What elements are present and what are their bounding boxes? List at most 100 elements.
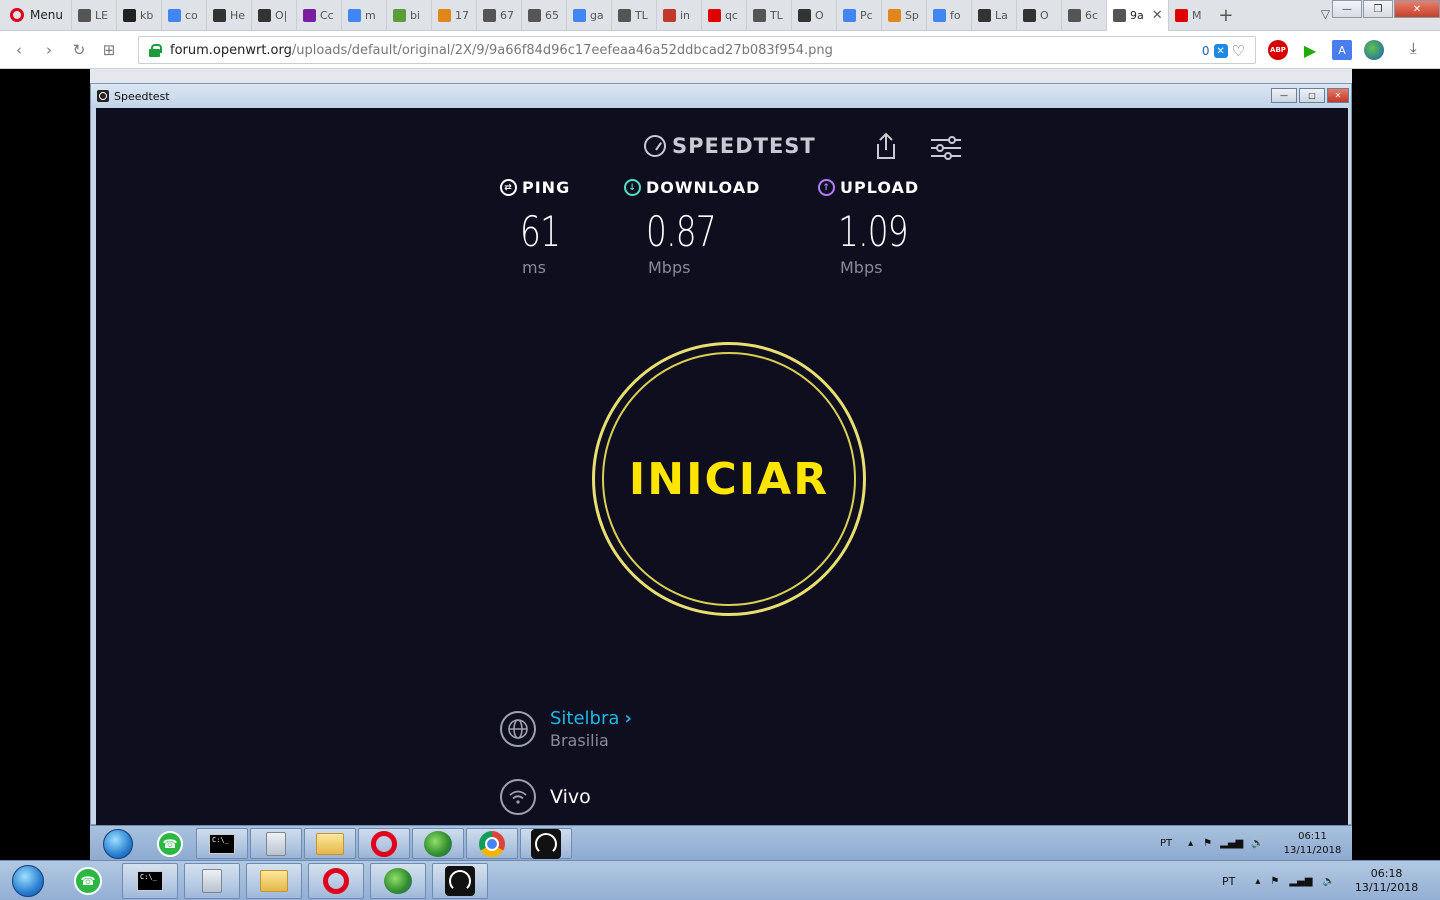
speedtest-window-title: Speedtest (114, 89, 170, 103)
outer-cmd-button[interactable]: C:\_ (122, 863, 178, 899)
share-icon[interactable] (874, 132, 898, 160)
folder-icon (260, 870, 288, 892)
browser-tab[interactable]: He (205, 0, 251, 31)
browser-tab-label: kb (139, 8, 154, 22)
downloads-icon[interactable]: ⤓ (1410, 39, 1417, 57)
play-extension-icon[interactable]: ▶ (1300, 40, 1320, 60)
outer-start-button[interactable] (0, 863, 56, 899)
inner-start-button[interactable] (92, 828, 144, 859)
new-tab-button[interactable]: + (1213, 0, 1239, 31)
inner-signal-icon[interactable]: ▂▄▆ (1220, 838, 1243, 849)
start-test-button-inner-ring: INICIAR (602, 352, 856, 606)
browser-tab[interactable]: O| (250, 0, 296, 31)
browser-tab[interactable]: 6c (1060, 0, 1106, 31)
address-bar[interactable]: forum.openwrt.org/uploads/default/origin… (138, 36, 1256, 64)
inner-volume-icon[interactable]: 🔊 (1251, 838, 1263, 849)
close-button[interactable]: ✕ (1394, 0, 1440, 18)
browser-tab[interactable]: co (160, 0, 206, 31)
browser-tab[interactable]: TL (610, 0, 656, 31)
browser-tab[interactable]: O (790, 0, 836, 31)
browser-tab[interactable]: 65 (520, 0, 566, 31)
maximize-button[interactable]: ❒ (1363, 0, 1393, 18)
outer-flag-icon[interactable]: ⚑ (1270, 876, 1279, 887)
outer-opera-button[interactable] (308, 863, 364, 899)
speedtest-minimize-button[interactable]: — (1271, 88, 1297, 103)
forward-button[interactable]: › (34, 41, 64, 59)
browser-tab[interactable]: Pc (835, 0, 881, 31)
inner-speedtest-button[interactable] (520, 828, 572, 859)
speedtest-maximize-button[interactable]: □ (1299, 88, 1325, 103)
minimize-button[interactable]: — (1332, 0, 1362, 18)
outer-language-indicator[interactable]: PT (1222, 875, 1235, 888)
browser-tab-label: co (184, 8, 198, 22)
browser-tab[interactable]: kb (115, 0, 161, 31)
browser-tab[interactable]: bi (385, 0, 431, 31)
tracker-blocker-icon[interactable]: ✕ (1213, 44, 1228, 58)
outer-explorer-button[interactable] (246, 863, 302, 899)
inner-cmd-button[interactable]: C:\_ (196, 828, 248, 859)
browser-window-controls: — ❒ ✕ (1331, 0, 1440, 20)
download-arrow-icon: ↓ (624, 179, 641, 196)
outer-speedtest-button[interactable] (432, 863, 488, 899)
reload-button[interactable]: ↻ (64, 41, 94, 59)
outer-signal-icon[interactable]: ▂▄▆ (1289, 876, 1312, 887)
inner-opera-button[interactable] (358, 828, 410, 859)
browser-tab[interactable]: La (970, 0, 1016, 31)
browser-tab[interactable]: m (340, 0, 386, 31)
bookmark-heart-icon[interactable]: ♡ (1232, 42, 1245, 60)
browser-tab[interactable]: M (1167, 0, 1213, 31)
openwrt-icon (797, 8, 811, 22)
inner-language-indicator[interactable]: PT (1160, 838, 1172, 849)
tab-close-icon[interactable]: ✕ (1152, 8, 1163, 23)
isp-info: Vivo (500, 779, 591, 815)
inner-clock[interactable]: 06:11 13/11/2018 (1284, 830, 1342, 858)
back-button[interactable]: ‹ (4, 41, 34, 59)
wifi-glyph (509, 790, 527, 804)
browser-tab[interactable]: 17 (430, 0, 476, 31)
browser-tab[interactable]: Sp (880, 0, 926, 31)
browser-tab[interactable]: 67 (475, 0, 521, 31)
browser-tab[interactable]: Cc (295, 0, 341, 31)
server-location: Brasilia (550, 731, 609, 750)
inner-chrome-button[interactable] (466, 828, 518, 859)
outer-whatsapp-button[interactable]: ☎ (60, 863, 116, 899)
browser-tab[interactable]: TL (745, 0, 791, 31)
browser-tab[interactable]: 9a ✕ (1105, 0, 1168, 31)
inner-calculator-button[interactable] (250, 828, 302, 859)
lock-icon (149, 43, 162, 57)
browser-tab[interactable]: qc (700, 0, 746, 31)
outer-clock[interactable]: 06:18 13/11/2018 (1355, 867, 1418, 895)
settings-sliders-icon[interactable] (930, 136, 962, 160)
speedtest-titlebar: Speedtest — □ ✕ (91, 84, 1351, 108)
browser-tab[interactable]: LE (70, 0, 116, 31)
server-name-row: Sitelbra › (550, 708, 632, 729)
cmd-icon: C:\_ (209, 833, 235, 854)
start-test-button[interactable]: INICIAR (592, 342, 866, 616)
speedtest-close-button[interactable]: ✕ (1327, 88, 1349, 103)
browser-tab[interactable]: fo (925, 0, 971, 31)
upload-metric: ↑ UPLOAD 1.09 Mbps (818, 178, 928, 277)
browser-tab[interactable]: O (1015, 0, 1061, 31)
speed-dial-icon[interactable]: ⊞ (94, 41, 124, 59)
url-path: /uploads/default/original/2X/9/9a66f84d9… (291, 42, 833, 58)
translate-extension-icon[interactable]: A (1332, 40, 1352, 60)
idm-extension-icon[interactable] (1364, 40, 1384, 60)
inner-whatsapp-button[interactable]: ☎ (144, 828, 196, 859)
page-icon (617, 8, 631, 22)
opera-menu-button[interactable]: Menu (0, 0, 71, 31)
outer-idm-button[interactable] (370, 863, 426, 899)
browser-tab[interactable]: in (655, 0, 701, 31)
inner-idm-button[interactable] (412, 828, 464, 859)
opera-logo-icon (10, 8, 24, 22)
adblock-plus-icon[interactable]: ABP (1268, 40, 1288, 60)
outer-volume-icon[interactable]: 🔊 (1322, 876, 1334, 887)
inner-tray-expand-icon[interactable]: ▴ (1188, 838, 1193, 849)
inner-explorer-button[interactable] (304, 828, 356, 859)
server-selector[interactable]: Sitelbra › Brasilia (500, 708, 632, 750)
outer-calculator-button[interactable] (184, 863, 240, 899)
server-name[interactable]: Sitelbra (550, 708, 619, 729)
inner-flag-icon[interactable]: ⚑ (1203, 838, 1212, 849)
outer-tray-expand-icon[interactable]: ▴ (1255, 876, 1260, 887)
tab-menu-icon[interactable]: ▽ (1321, 7, 1330, 21)
browser-tab[interactable]: ga (565, 0, 611, 31)
